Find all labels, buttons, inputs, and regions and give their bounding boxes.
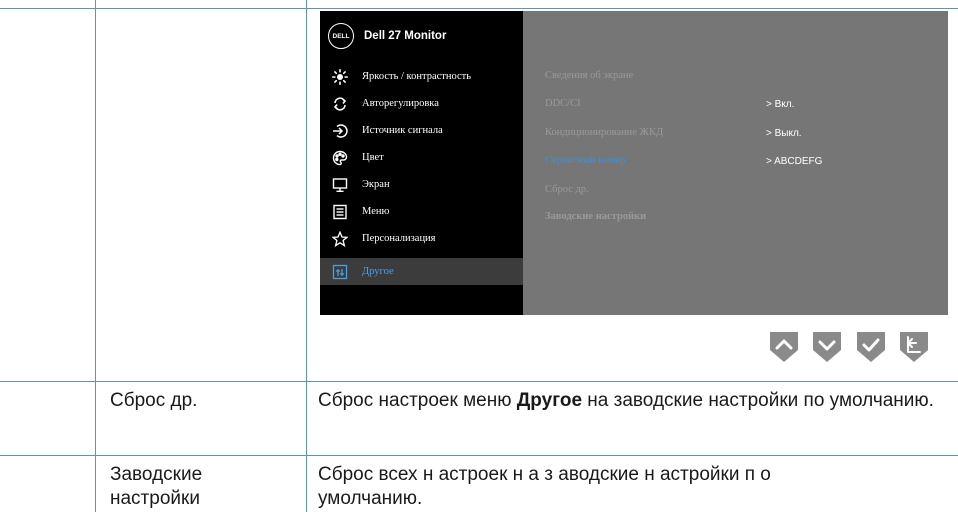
row-name-factory-reset: Заводские настройки xyxy=(110,463,202,511)
submenu-value-lcd-conditioning: > Выкл. xyxy=(766,128,802,139)
submenu-item-service-tag[interactable]: Сервисный номер xyxy=(545,155,625,166)
submenu-value-ddcci: > Вкл. xyxy=(766,99,795,110)
menu-item-brightness-contrast[interactable]: Яркость / контрастность xyxy=(320,63,523,90)
menu-label: Цвет xyxy=(362,152,384,163)
row-desc-reset-others: Сброс настроек меню Другое на заводские … xyxy=(318,389,950,413)
display-icon xyxy=(332,177,348,193)
desc-text: Сброс настроек меню xyxy=(318,390,517,411)
osd-header: DELL Dell 27 Monitor xyxy=(320,11,523,61)
menu-label: Экран xyxy=(362,179,390,190)
menu-item-display[interactable]: Экран xyxy=(320,171,523,198)
menu-label: Персонализация xyxy=(362,233,436,244)
submenu-item-reset-others[interactable]: Сброс др. xyxy=(545,184,589,195)
desc-text: на заводские настройки по умолчанию. xyxy=(582,390,934,411)
table-border-col2 xyxy=(306,0,307,512)
menu-item-color[interactable]: Цвет xyxy=(320,144,523,171)
row-name-reset-others: Сброс др. xyxy=(110,390,198,411)
menu-label: Меню xyxy=(362,206,390,217)
row-desc-factory-reset: Сброс всех н астроек н а з аводские н ас… xyxy=(318,463,950,511)
submenu-item-display-info[interactable]: Сведения об экране xyxy=(545,70,633,81)
menu-label: Другое xyxy=(362,266,394,277)
osd-submenu: Сведения об экране DDC/CI > Вкл. Кондици… xyxy=(523,11,948,315)
others-icon xyxy=(332,264,348,280)
submenu-item-factory-reset[interactable]: Заводские настройки xyxy=(545,211,646,222)
ok-button[interactable] xyxy=(853,328,889,364)
back-button[interactable] xyxy=(896,328,932,364)
osd-main-menu: DELL Dell 27 Monitor Яркость / контрастн… xyxy=(320,11,523,315)
menu-icon xyxy=(332,204,348,220)
table-border-top xyxy=(0,8,958,9)
menu-label: Источник сигнала xyxy=(362,125,443,136)
osd-screenshot: DELL Dell 27 Monitor Яркость / контрастн… xyxy=(320,11,948,315)
menu-item-input-source[interactable]: Источник сигнала xyxy=(320,117,523,144)
menu-label: Авторегулировка xyxy=(362,98,439,109)
up-button[interactable] xyxy=(766,328,802,364)
row-name-line: настройки xyxy=(110,488,200,509)
auto-adjust-icon xyxy=(332,96,348,112)
menu-item-menu[interactable]: Меню xyxy=(320,198,523,225)
star-icon xyxy=(332,230,348,247)
down-button[interactable] xyxy=(809,328,845,364)
menu-item-others[interactable]: Другое xyxy=(320,258,523,285)
up-arrow-icon xyxy=(770,332,798,362)
input-source-icon xyxy=(332,123,348,139)
brightness-icon xyxy=(332,68,348,85)
table-border-row2 xyxy=(0,455,958,456)
table-border-col1 xyxy=(95,0,96,512)
submenu-value-service-tag: > ABCDEFG xyxy=(766,156,823,167)
row-desc-line: Сброс всех н астроек н а з аводские н ас… xyxy=(318,464,771,485)
back-icon xyxy=(900,332,928,362)
menu-item-auto-adjust[interactable]: Авторегулировка xyxy=(320,90,523,117)
dell-logo: DELL xyxy=(328,23,354,49)
submenu-item-ddcci[interactable]: DDC/CI xyxy=(545,98,581,109)
check-icon xyxy=(857,332,885,362)
table-border-row1 xyxy=(0,381,958,382)
menu-label: Яркость / контрастность xyxy=(362,71,472,82)
desc-bold-text: Другое xyxy=(516,390,583,411)
row-desc-line: умолчанию. xyxy=(318,488,423,509)
submenu-item-lcd-conditioning[interactable]: Кондиционирование ЖКД xyxy=(545,127,663,138)
down-arrow-icon xyxy=(813,332,841,362)
color-palette-icon xyxy=(332,150,348,166)
row-name-line: Заводские xyxy=(110,464,203,485)
monitor-title: Dell 27 Monitor xyxy=(364,30,447,42)
menu-item-personalize[interactable]: Персонализация xyxy=(320,225,523,252)
